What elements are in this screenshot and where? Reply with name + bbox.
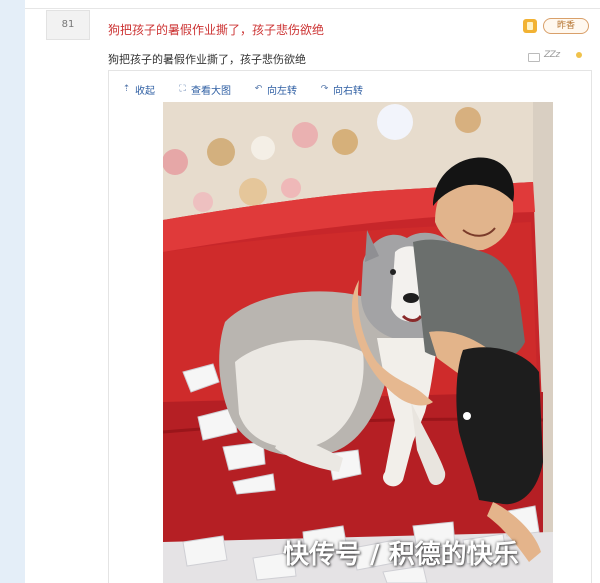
user-status: ZZz [544, 50, 560, 60]
rotate-right-button[interactable]: ↷ 向右转 [319, 81, 363, 97]
rotate-right-label: 向右转 [333, 85, 363, 97]
user-badge-icon [523, 19, 537, 33]
username-tag[interactable]: 昨香 [543, 18, 589, 34]
post-title-link[interactable]: 狗把孩子的暑假作业撕了，孩子悲伤欲绝 [108, 21, 324, 38]
floor-number: 81 [46, 10, 90, 40]
rotate-left-icon: ↶ [254, 84, 263, 94]
rotate-right-icon: ↷ [320, 84, 329, 94]
moon-icon [576, 52, 582, 58]
collapse-button[interactable]: ⇡ 收起 [121, 81, 155, 97]
rotate-left-label: 向左转 [267, 85, 297, 97]
post-body-text: 狗把孩子的暑假作业撕了，孩子悲伤欲绝 [108, 53, 306, 66]
left-sidebar-strip [0, 0, 25, 583]
watermark-text: 快传号 / 积德的快乐 [283, 540, 519, 570]
reply-icon[interactable] [528, 53, 540, 62]
image-toolbar: ⇡ 收起 ⛶ 查看大图 ↶ 向左转 ↷ 向右转 [121, 81, 363, 97]
zoom-icon: ⛶ [179, 84, 186, 94]
view-large-label: 查看大图 [191, 85, 231, 97]
post-photo[interactable] [163, 102, 553, 583]
view-large-button[interactable]: ⛶ 查看大图 [177, 81, 231, 97]
collapse-label: 收起 [135, 85, 155, 97]
rotate-left-button[interactable]: ↶ 向左转 [253, 81, 297, 97]
divider [25, 8, 600, 9]
collapse-arrow-icon: ⇡ [122, 84, 131, 94]
photo-illustration [163, 102, 553, 583]
